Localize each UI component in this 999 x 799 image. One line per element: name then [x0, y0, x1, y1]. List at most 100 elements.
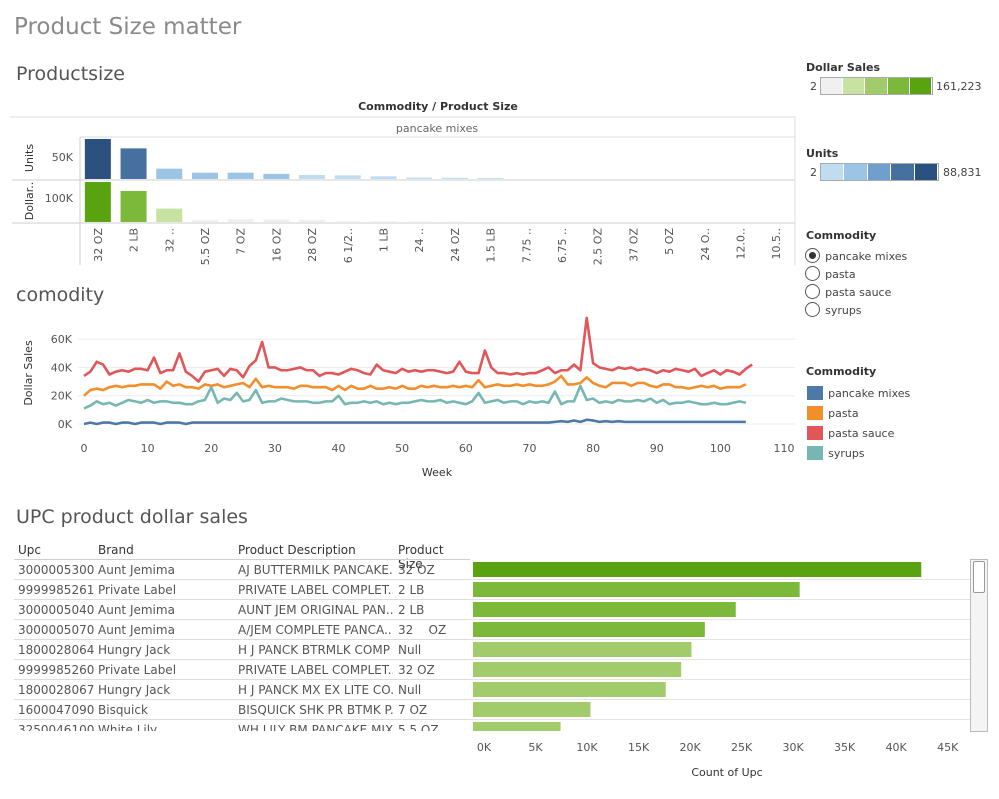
units-bar[interactable]: [120, 148, 147, 179]
filter-option-pasta-sauce[interactable]: pasta sauce: [805, 281, 907, 299]
units-row-label: Units: [23, 144, 36, 172]
dollar-bar[interactable]: [299, 219, 326, 222]
upc-x-axis-label: Count of Upc: [691, 766, 762, 779]
legend-color-step: [909, 78, 933, 94]
size-tick-label: 6 1/2..: [342, 228, 355, 263]
line-legend: pancake mixes pasta pasta sauce syrups: [807, 382, 910, 462]
y-tick-label: 60K: [51, 333, 73, 346]
size-tick-label: 1.5 LB: [485, 228, 498, 263]
units-bar[interactable]: [191, 172, 218, 179]
y-tick-label: 40K: [51, 361, 73, 374]
table-row[interactable]: 9999985260 Private Label PRIVATE LABEL COM…: [14, 660, 470, 680]
units-bar[interactable]: [299, 174, 326, 179]
dollar-bar[interactable]: [191, 219, 218, 222]
upc-bar[interactable]: [473, 662, 682, 677]
dollar-sales-legend-title: Dollar Sales: [806, 61, 881, 74]
series-line-pasta[interactable]: [83, 374, 747, 397]
size-tick-label: 2.5 OZ: [592, 228, 605, 266]
upc-bar[interactable]: [473, 702, 591, 717]
x-tick-label: 30: [268, 442, 282, 455]
x-tick-label: 50: [395, 442, 409, 455]
table-row[interactable]: 3000005040 Aunt Jemima AUNT JEM ORIGINAL P…: [14, 600, 470, 620]
units-bar[interactable]: [84, 139, 111, 179]
header-product-description[interactable]: Product Description: [238, 543, 356, 557]
table-scrollbar[interactable]: [970, 559, 988, 732]
dashboard-title: Product Size matter: [14, 14, 242, 40]
filter-option-syrups[interactable]: syrups: [805, 299, 907, 317]
line-x-axis-label: Week: [422, 466, 453, 479]
upc-x-tick-label: 5K: [528, 741, 543, 754]
radio-icon[interactable]: [805, 302, 820, 317]
x-tick-label: 70: [522, 442, 536, 455]
dollar-bar[interactable]: [263, 219, 290, 222]
y-tick-label: 0K: [58, 418, 73, 431]
legend-color-step: [891, 164, 915, 180]
legend-color-step: [914, 164, 939, 180]
upc-x-tick-label: 25K: [731, 741, 753, 754]
radio-selected-icon[interactable]: [805, 248, 820, 263]
x-tick-label: 110: [774, 442, 795, 455]
table-row[interactable]: 9999985261 Private Label PRIVATE LABEL COM…: [14, 580, 470, 600]
units-bar[interactable]: [156, 168, 183, 179]
table-row[interactable]: 3250046100 White Lily WH LILY BM PANCAKE M…: [14, 720, 470, 731]
dollar-axis-tick: 100K: [45, 192, 74, 205]
radio-icon[interactable]: [805, 284, 820, 299]
dollar-bar[interactable]: [156, 208, 183, 222]
header-upc[interactable]: Upc: [18, 543, 41, 557]
units-bar[interactable]: [227, 172, 254, 179]
scrollbar-thumb[interactable]: [973, 561, 985, 593]
upc-bar[interactable]: [473, 622, 705, 637]
units-legend-max: 88,831: [943, 166, 982, 179]
size-tick-label: 24 O..: [699, 228, 712, 261]
upc-bar[interactable]: [473, 682, 666, 697]
x-tick-label: 60: [459, 442, 473, 455]
units-bar[interactable]: [334, 175, 361, 179]
upc-bar[interactable]: [473, 582, 800, 597]
upc-bar-axis: 0K 5K 10K 15K 20K 25K 30K 35K 40K 45K Count of Up…: [477, 741, 959, 779]
dollar-bar[interactable]: [334, 221, 361, 222]
legend-item-pasta-sauce[interactable]: pasta sauce: [807, 422, 910, 442]
comodity-title: comodity: [16, 284, 105, 306]
dollar-bar[interactable]: [370, 221, 397, 222]
dollar-bar[interactable]: [227, 219, 254, 222]
table-row[interactable]: 1800028064 Hungry Jack H J PANCK BTRMLK CO…: [14, 640, 470, 660]
filter-option-pancake-mixes[interactable]: pancake mixes: [805, 245, 907, 263]
x-tick-label: 10: [141, 442, 155, 455]
upc-bar[interactable]: [473, 602, 736, 617]
size-tick-label: 5.5 OZ: [199, 228, 212, 266]
dollar-bar[interactable]: [120, 190, 147, 222]
filter-option-pasta[interactable]: pasta: [805, 263, 907, 281]
series-line-pancake-mixes[interactable]: [83, 418, 746, 426]
units-bar[interactable]: [370, 176, 397, 179]
upc-x-tick-label: 35K: [834, 741, 856, 754]
table-row[interactable]: 3000005070 Aunt Jemima A/JEM COMPLETE PANC…: [14, 620, 470, 640]
size-tick-label: 32 ..: [163, 228, 176, 253]
upc-bar[interactable]: [473, 722, 561, 731]
size-tick-label: 12.0..: [734, 228, 747, 260]
units-bar[interactable]: [477, 178, 504, 179]
units-color-ramp: [820, 163, 939, 181]
legend-item-pancake-mixes[interactable]: pancake mixes: [807, 382, 910, 402]
x-tick-label: 0: [81, 442, 88, 455]
units-bar[interactable]: [406, 177, 433, 179]
series-line-pasta-sauce[interactable]: [83, 316, 753, 383]
dollar-bar[interactable]: [84, 182, 111, 222]
productsize-column-value: pancake mixes: [396, 122, 478, 135]
legend-swatch: [807, 445, 823, 460]
units-bar[interactable]: [263, 173, 290, 179]
legend-color-step: [843, 78, 866, 94]
size-tick-label: 1 LB: [377, 228, 390, 252]
units-legend-min: 2: [810, 166, 817, 179]
upc-bar[interactable]: [473, 642, 692, 657]
table-row[interactable]: 1600047090 Bisquick BISQUICK SHK PR BTMK P…: [14, 700, 470, 720]
table-row[interactable]: 1800028067 Hungry Jack H J PANCK MX EX LIT…: [14, 680, 470, 700]
header-brand[interactable]: Brand: [98, 543, 134, 557]
productsize-title: Productsize: [16, 63, 125, 85]
units-bar[interactable]: [441, 177, 468, 179]
table-row[interactable]: 3000005300 Aunt Jemima AJ BUTTERMILK PANCA…: [14, 560, 470, 580]
upc-x-tick-label: 30K: [783, 741, 805, 754]
legend-item-syrups[interactable]: syrups: [807, 442, 910, 462]
legend-item-pasta[interactable]: pasta: [807, 402, 910, 422]
radio-icon[interactable]: [805, 266, 820, 281]
upc-bar[interactable]: [473, 562, 922, 577]
